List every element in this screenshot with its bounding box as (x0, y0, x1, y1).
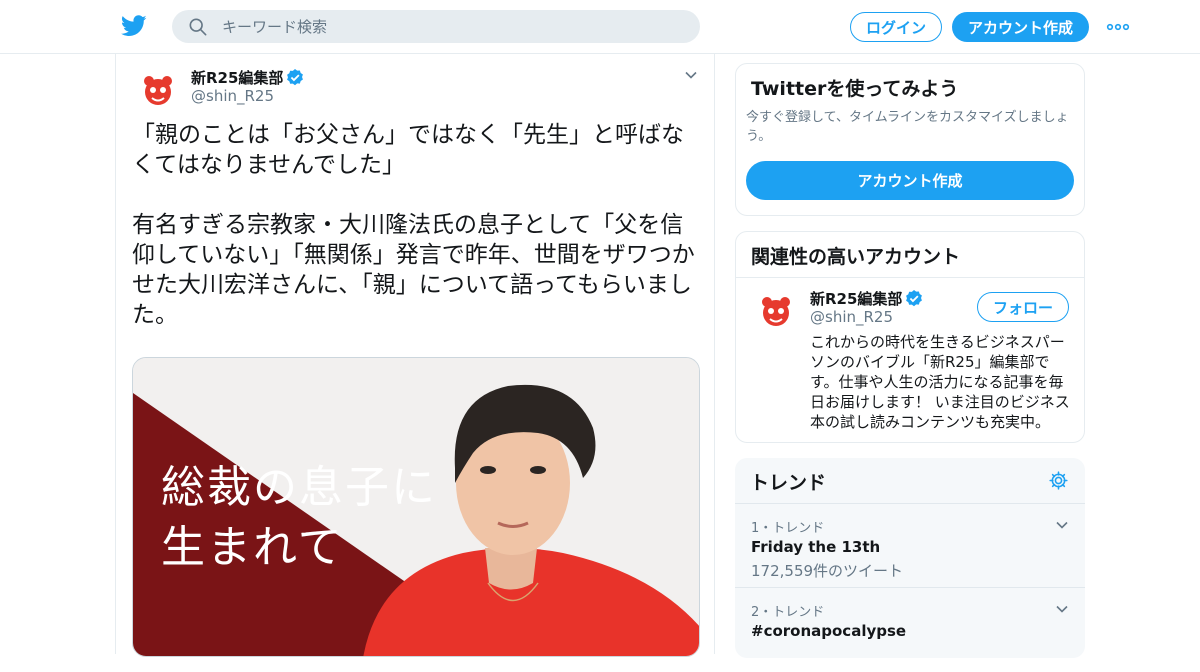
related-account-name-text[interactable]: 新R25編集部 (810, 288, 902, 309)
tweet-media-image[interactable]: 総裁の息子に 生まれて (132, 357, 700, 657)
signup-card-title: Twitterを使ってみよう (751, 78, 959, 100)
verified-badge-icon (906, 289, 923, 306)
signup-button[interactable]: アカウント作成 (952, 12, 1089, 42)
trend-name[interactable]: #coronapocalypse (751, 622, 906, 640)
related-account-bio: これからの時代を生きるビジネスパーソンのバイブル「新R25」編集部です。仕事や人… (810, 333, 1070, 431)
author-avatar[interactable] (136, 68, 180, 112)
author-name[interactable]: 新R25編集部 (191, 67, 304, 88)
trend-name[interactable]: Friday the 13th (751, 538, 880, 556)
divider (736, 277, 1084, 278)
trend-rank: 2・トレンド (751, 605, 825, 620)
trends-card: トレンド 1・トレンド Friday the 13th 172,559件のツイー… (735, 458, 1085, 658)
tweet-card: 新R25編集部 @shin_R25 「親のことは「お父さん」ではなく「先生」と呼… (115, 54, 715, 657)
gear-icon[interactable] (1048, 470, 1069, 491)
signup-card-subtitle: 今すぐ登録して、タイムラインをカスタマイズしましょう。 (746, 110, 1069, 144)
trend-rank: 1・トレンド (751, 521, 825, 536)
trend-tweet-count: 172,559件のツイート (751, 562, 904, 580)
signup-card-button[interactable]: アカウント作成 (746, 161, 1074, 200)
media-title: 総裁の息子に 生まれて (161, 462, 437, 573)
chevron-down-icon[interactable] (1055, 602, 1069, 616)
related-accounts-card: 関連性の高いアカウント 新R25編集部 @shin_R25 フォロー これからの… (735, 231, 1085, 443)
related-account-avatar[interactable] (754, 289, 798, 333)
trend-item[interactable]: 2・トレンド #coronapocalypse (735, 588, 1085, 672)
tweet-text: 「親のことは「お父さん」ではなく「先生」と呼ばなくてはなりませんでした」 有名す… (132, 122, 695, 328)
verified-badge-icon (287, 68, 304, 85)
trends-title: トレンド (750, 472, 827, 494)
search-input[interactable] (222, 10, 682, 43)
follow-button[interactable]: フォロー (977, 292, 1069, 322)
search-icon (189, 18, 207, 36)
related-accounts-title: 関連性の高いアカウント (751, 246, 961, 268)
trend-item[interactable]: 1・トレンド Friday the 13th 172,559件のツイート (735, 504, 1085, 588)
twitter-bird-icon[interactable] (121, 14, 147, 38)
related-account-name[interactable]: 新R25編集部 (810, 288, 923, 309)
author-name-text[interactable]: 新R25編集部 (191, 67, 283, 88)
related-account-handle[interactable]: @shin_R25 (810, 308, 893, 326)
chevron-down-icon[interactable] (684, 68, 698, 82)
login-button[interactable]: ログイン (850, 12, 942, 42)
author-handle[interactable]: @shin_R25 (191, 87, 274, 105)
signup-card: Twitterを使ってみよう 今すぐ登録して、タイムラインをカスタマイズしましょ… (735, 63, 1085, 216)
more-options-icon[interactable] (1106, 17, 1130, 37)
chevron-down-icon[interactable] (1055, 518, 1069, 532)
search-bar[interactable] (172, 10, 700, 43)
top-bar: ログイン アカウント作成 (0, 0, 1200, 54)
